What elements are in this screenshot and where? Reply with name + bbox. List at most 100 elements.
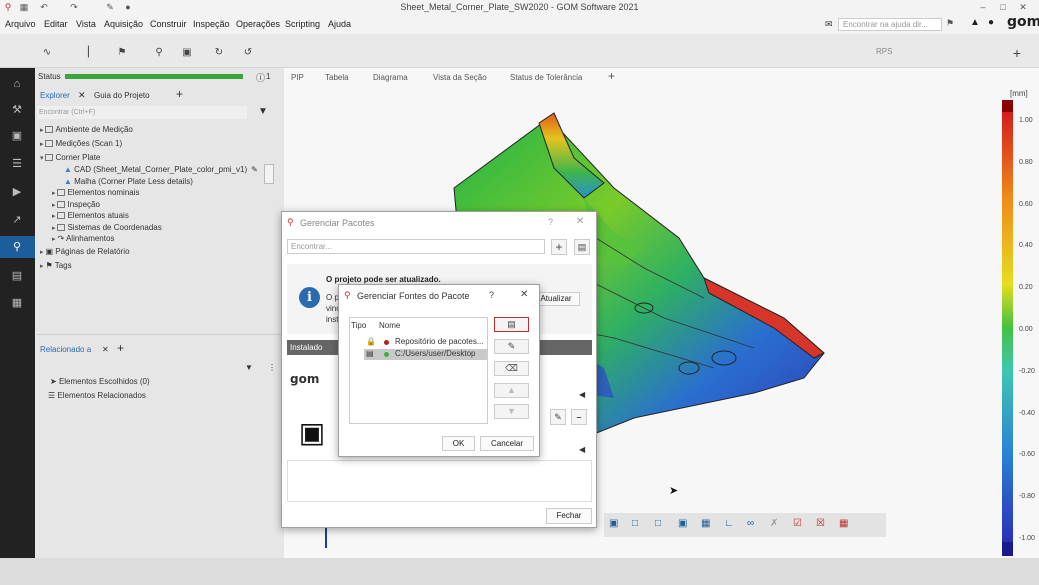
tree-item-inspecao[interactable]: ▸ Inspeção xyxy=(52,200,100,209)
minimize-icon[interactable]: – xyxy=(977,2,989,13)
source-row[interactable]: 🔒 Repositório de pacotes... xyxy=(350,337,487,348)
curve-tool-icon[interactable]: ∿ xyxy=(40,46,54,60)
tree-item-medicoes[interactable]: ▸ Medições (Scan 1) xyxy=(40,139,122,148)
measure-icon[interactable]: ↗ xyxy=(9,212,25,228)
package-sources-button[interactable]: ▤ xyxy=(574,239,590,255)
view-back-icon[interactable]: ▣ xyxy=(678,518,687,529)
menu-construir[interactable]: Construir xyxy=(150,19,187,29)
view-grid-icon[interactable]: ▦ xyxy=(839,518,848,529)
tree-item-ambiente[interactable]: ▸ Ambiente de Medição xyxy=(40,125,133,134)
sources-help-button[interactable]: ? xyxy=(489,290,494,300)
feedback-icon[interactable]: ⚑ xyxy=(946,18,954,29)
move-down-button[interactable]: ▼ xyxy=(494,404,529,419)
grid-icon[interactable]: ▦ xyxy=(9,295,25,311)
tree-scrollbar[interactable] xyxy=(264,164,274,184)
maximize-icon[interactable]: □ xyxy=(997,2,1009,13)
expand-package-2-icon[interactable]: ◀ xyxy=(579,445,585,454)
report-icon[interactable]: ▤ xyxy=(9,268,25,284)
wrench-icon[interactable]: ⚒ xyxy=(9,102,25,118)
expand-package-icon[interactable]: ◀ xyxy=(579,390,585,399)
menu-ajuda[interactable]: Ajuda xyxy=(328,19,351,29)
flag-tool-icon[interactable]: ⚑ xyxy=(115,46,129,60)
view-link-icon[interactable]: ∞ xyxy=(747,518,754,529)
delete-source-button[interactable]: ⌫ xyxy=(494,361,529,376)
add-related-icon[interactable]: + xyxy=(117,341,124,355)
scale-tick-label: -0.60 xyxy=(1019,451,1035,459)
dialog-title: Gerenciar Pacotes xyxy=(300,218,375,228)
options-icon[interactable]: ⋮ xyxy=(268,363,276,372)
tree-item-sistemas[interactable]: ▸ Sistemas de Coordenadas xyxy=(52,223,162,232)
view-remove-icon[interactable]: ☒ xyxy=(816,518,825,529)
add-icon[interactable]: + xyxy=(1010,46,1024,60)
collapse-all-icon[interactable]: ▼ xyxy=(245,363,253,372)
view-iso-icon[interactable]: ▦ xyxy=(701,518,710,529)
tree-item-cad[interactable]: ▲ CAD (Sheet_Metal_Corner_Plate_color_pm… xyxy=(64,165,258,174)
tree-item-tags[interactable]: ▸ ⚑ Tags xyxy=(40,261,72,270)
add-source-button[interactable]: ▤ xyxy=(494,317,529,332)
home-icon[interactable]: ⌂ xyxy=(9,76,25,92)
menu-scripting[interactable]: Scripting xyxy=(285,19,320,29)
dialog-help-button[interactable]: ? xyxy=(548,217,553,227)
view-top-icon[interactable]: □ xyxy=(632,518,638,529)
tree-item-corner-plate[interactable]: ▾ Corner Plate xyxy=(40,153,100,162)
col-name-header[interactable]: Nome xyxy=(379,321,400,330)
chart-tool-icon[interactable]: ▕ xyxy=(78,46,92,60)
close-window-icon[interactable]: ✕ xyxy=(1017,2,1029,13)
menu-aquisicao[interactable]: Aquisição xyxy=(104,19,143,29)
help-search-input[interactable]: Encontrar na ajuda dir... xyxy=(838,18,942,31)
packages-search-input[interactable]: Encontrar... xyxy=(287,239,545,254)
sources-close-icon[interactable]: ✕ xyxy=(520,289,528,300)
repeat-tool-icon[interactable]: ↺ xyxy=(241,46,255,60)
menu-arquivo[interactable]: Arquivo xyxy=(5,19,36,29)
menu-inspecao[interactable]: Inspeção xyxy=(193,19,230,29)
camera-tool-icon[interactable]: ▣ xyxy=(180,46,194,60)
explorer-search-input[interactable]: Encontrar (Ctrl+F) xyxy=(37,106,247,119)
tree-item-nominais[interactable]: ▸ Elementos nominais xyxy=(52,188,140,197)
col-type-header[interactable]: Tipo xyxy=(351,321,366,330)
close-tab-icon[interactable]: ✕ xyxy=(78,90,86,101)
edit-icon[interactable]: ✎ xyxy=(251,165,258,174)
menu-editar[interactable]: Editar xyxy=(44,19,68,29)
add-package-button[interactable]: + xyxy=(551,239,567,255)
filter-icon[interactable]: ▼ xyxy=(258,106,268,117)
source-row-selected[interactable]: ▤ C:/Users/user/Desktop xyxy=(364,349,487,360)
package-icon[interactable]: ▣ xyxy=(9,128,25,144)
inspect-icon[interactable]: ⚲ xyxy=(9,239,25,255)
tab-explorer[interactable]: Explorer xyxy=(40,91,70,100)
move-up-button[interactable]: ▲ xyxy=(494,383,529,398)
related-title[interactable]: Relacionado a xyxy=(40,345,91,354)
close-related-icon[interactable]: ✕ xyxy=(102,345,109,354)
view-check-icon[interactable]: ☑ xyxy=(793,518,802,529)
ok-button[interactable]: OK xyxy=(442,436,475,451)
tree-item-paginas[interactable]: ▸ ▣ Páginas de Relatório xyxy=(40,247,130,256)
refresh-tool-icon[interactable]: ↻ xyxy=(212,46,226,60)
bars-icon[interactable]: ☰ xyxy=(9,156,25,172)
zoom-tool-icon[interactable]: ⚲ xyxy=(152,46,166,60)
status-info-icon[interactable]: ⓘ xyxy=(256,71,265,84)
tab-guia-do-projeto[interactable]: Guia do Projeto xyxy=(94,91,150,100)
tree-item-malha[interactable]: ▲ Malha (Corner Plate Less details) xyxy=(64,177,193,186)
edit-source-button[interactable]: ✎ xyxy=(494,339,529,354)
tree-item-atuais[interactable]: ▸ Elementos atuais xyxy=(52,211,129,220)
academy-icon[interactable]: ▲ xyxy=(970,17,980,28)
chat-icon[interactable]: ✉ xyxy=(825,19,833,30)
related-item-escolhidos[interactable]: ➤ Elementos Escolhidos (0) xyxy=(50,377,150,386)
view-cross-icon[interactable]: ✗ xyxy=(770,518,778,529)
menu-vista[interactable]: Vista xyxy=(76,19,96,29)
close-button[interactable]: Fechar xyxy=(546,508,592,524)
rps-label[interactable]: RPS xyxy=(876,47,892,56)
menu-operacoes[interactable]: Operações xyxy=(236,19,280,29)
view-side-icon[interactable]: □ xyxy=(655,518,661,529)
related-item-relacionados[interactable]: ☰ Elementos Relacionados xyxy=(48,391,146,400)
cancel-button[interactable]: Cancelar xyxy=(480,436,534,451)
video-icon[interactable]: ▶ xyxy=(9,184,25,200)
mesh-icon: ▲ xyxy=(64,177,75,186)
remove-package-button[interactable]: – xyxy=(571,409,587,425)
add-tab-icon[interactable]: + xyxy=(176,87,183,101)
view-front-icon[interactable]: ▣ xyxy=(609,518,618,529)
dialog-close-icon[interactable]: ✕ xyxy=(576,216,584,227)
user-icon[interactable]: ● xyxy=(988,17,994,28)
tree-item-alinhamentos[interactable]: ▸ ↷ Alinhamentos xyxy=(52,234,114,243)
edit-package-button[interactable]: ✎ xyxy=(550,409,566,425)
view-axis-icon[interactable]: ∟ xyxy=(724,518,734,529)
